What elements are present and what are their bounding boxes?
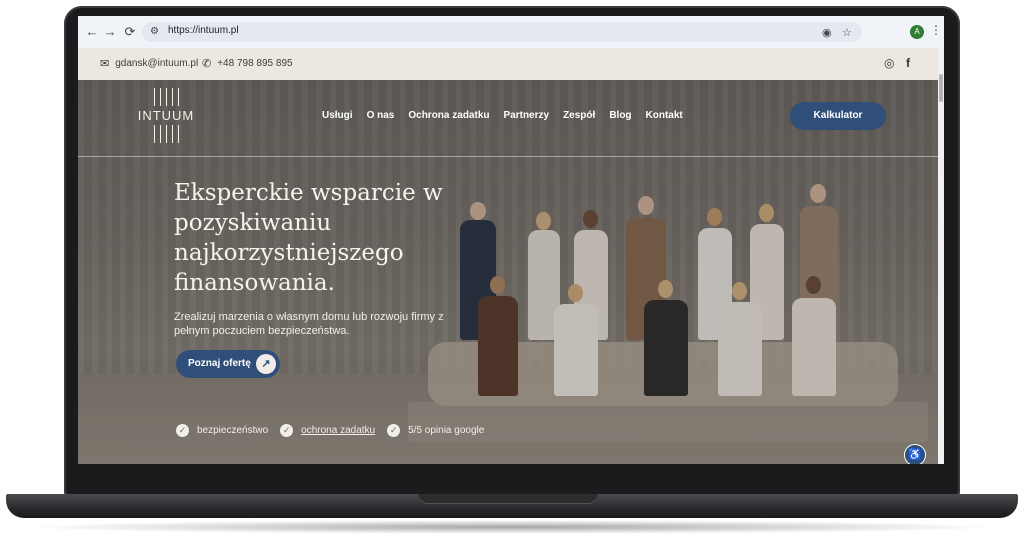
calculator-button[interactable]: Kalkulator	[790, 102, 886, 130]
back-icon[interactable]: ←	[84, 24, 100, 40]
envelope-icon: ✉	[100, 58, 110, 70]
nav-item-kontakt[interactable]: Kontakt	[646, 110, 683, 121]
page-scrollbar[interactable]	[938, 48, 944, 464]
nav-item-ochrona-zadatku[interactable]: Ochrona zadatku	[408, 110, 489, 121]
feature-label: bezpieczeństwo	[197, 425, 269, 436]
url-text[interactable]: https://intuum.pl	[168, 25, 239, 36]
check-icon: ✓	[387, 424, 401, 437]
reload-icon[interactable]: ⟳	[122, 24, 138, 40]
feature-item[interactable]: ✓ ochrona zadatku	[280, 424, 375, 437]
eye-off-icon[interactable]: ◉	[822, 26, 832, 39]
phone-text[interactable]: +48 798 895 895	[217, 58, 292, 69]
offer-button-label: Poznaj ofertę	[188, 358, 251, 369]
main-nav: Usługi O nas Ochrona zadatku Partnerzy Z…	[322, 110, 683, 121]
scrollbar-thumb[interactable]	[939, 74, 943, 102]
feature-label: 5/5 opinia google	[408, 425, 485, 436]
laptop-shadow	[20, 520, 1004, 534]
check-icon: ✓	[176, 424, 189, 437]
logo-lines	[136, 88, 196, 106]
address-bar[interactable]: ⚙ https://intuum.pl ◉ ☆	[142, 22, 862, 42]
logo-text: INTUUM	[137, 108, 195, 123]
site-settings-icon[interactable]: ⚙	[150, 26, 159, 37]
feature-label[interactable]: ochrona zadatku	[301, 425, 375, 436]
hero-section: INTUUM Usługi O nas Ochrona zadatku Part…	[78, 80, 938, 464]
nav-item-uslugi[interactable]: Usługi	[322, 110, 353, 121]
feature-item: ✓ bezpieczeństwo	[176, 424, 268, 437]
feature-item: ✓ 5/5 opinia google	[387, 424, 484, 437]
facebook-icon[interactable]: f	[906, 56, 910, 70]
browser-toolbar: ← → ⟳ ⚙ https://intuum.pl ◉ ☆ A ⋮	[78, 16, 944, 49]
phone-icon: ✆	[202, 58, 212, 70]
profile-avatar[interactable]: A	[910, 25, 924, 39]
feature-list: ✓ bezpieczeństwo ✓ ochrona zadatku ✓ 5/5…	[176, 424, 484, 437]
hero-headline: Eksperckie wsparcie w pozyskiwaniu najko…	[174, 180, 443, 296]
laptop-screen: ← → ⟳ ⚙ https://intuum.pl ◉ ☆ A ⋮ ✉ gdan…	[78, 16, 944, 464]
email-contact[interactable]: ✉ gdansk@intuum.pl	[100, 57, 198, 70]
contact-bar: ✉ gdansk@intuum.pl ✆ +48 798 895 895 ◎ f	[78, 48, 944, 80]
phone-contact[interactable]: ✆ +48 798 895 895	[202, 57, 293, 70]
star-icon[interactable]: ☆	[842, 26, 852, 39]
laptop-notch	[418, 494, 598, 504]
arrow-up-right-icon: ↗	[256, 354, 276, 374]
logo[interactable]: INTUUM	[136, 88, 196, 148]
forward-icon[interactable]: →	[102, 24, 118, 40]
accessibility-icon[interactable]: ♿	[904, 444, 926, 464]
check-icon: ✓	[280, 424, 294, 437]
header-divider	[78, 156, 938, 157]
nav-item-o-nas[interactable]: O nas	[367, 110, 395, 121]
email-text[interactable]: gdansk@intuum.pl	[115, 58, 198, 69]
menu-icon[interactable]: ⋮	[930, 23, 942, 37]
offer-button[interactable]: Poznaj ofertę ↗	[176, 350, 280, 378]
nav-item-partnerzy[interactable]: Partnerzy	[504, 110, 550, 121]
logo-lines	[136, 125, 196, 143]
hero-subtext: Zrealizuj marzenia o własnym domu lub ro…	[174, 311, 444, 337]
nav-item-zespol[interactable]: Zespół	[563, 110, 595, 121]
instagram-icon[interactable]: ◎	[884, 56, 894, 70]
nav-item-blog[interactable]: Blog	[609, 110, 631, 121]
